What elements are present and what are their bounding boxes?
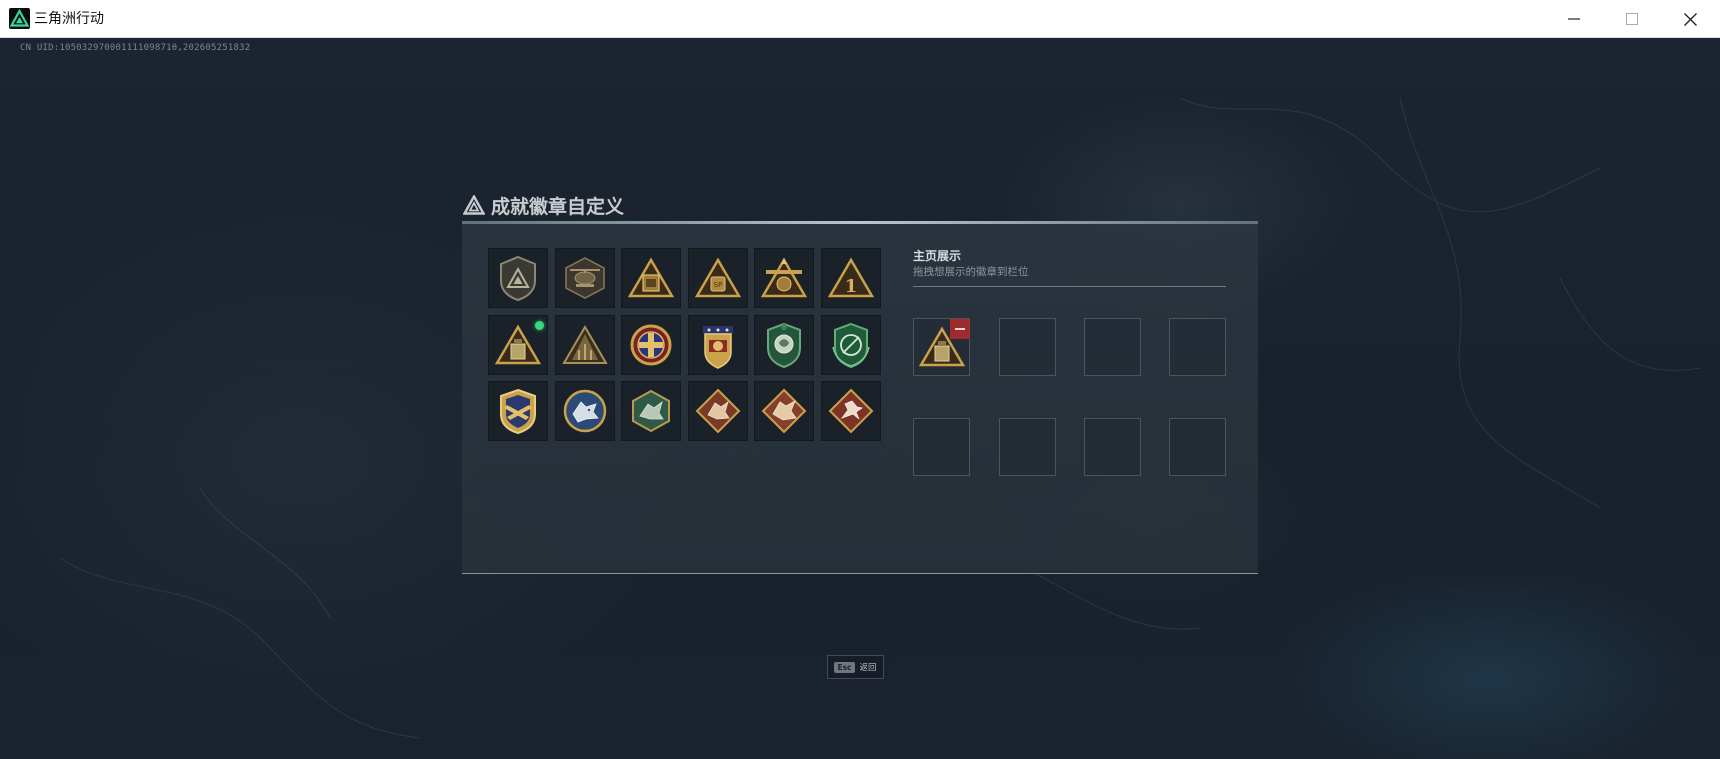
showcase-subtitle: 拖拽想展示的徽章到栏位 [913,266,1029,278]
back-button[interactable]: Esc 返回 [827,655,884,679]
badge-wolf-circle[interactable] [554,381,615,442]
back-label: 返回 [859,663,877,673]
navy-gold-crest-icon [500,389,536,435]
showcase-slot-7[interactable] [1084,418,1141,476]
showcase-slot-3[interactable] [1084,318,1141,376]
golden-triangle-emblem-icon [761,257,808,298]
showcase-title: 主页展示 [913,249,962,263]
page-title: 成就徽章自定义 [491,195,625,218]
close-button[interactable] [1661,0,1719,38]
app-logo-icon [9,8,30,29]
game-viewport: CN UID:10503297000111109871θ,20260525183… [0,38,1720,759]
green-hexagon-beast-icon [632,390,671,433]
badge-triangle-building[interactable] [554,314,615,375]
new-badge-indicator [535,320,544,330]
badge-cross-medal[interactable] [621,314,682,375]
diamond-runner-icon [828,388,874,434]
badge-green-lion-shield[interactable] [754,314,815,375]
diamond-dragon-icon [695,388,741,434]
delta-logo-icon [463,195,485,215]
triangle-vault-icon [495,324,541,364]
green-lion-shield-icon [767,322,802,368]
pyramid-shield-icon [500,255,536,301]
cross-medal-icon [630,324,672,366]
window-title: 三角洲行动 [34,11,104,27]
star-shield-medal-icon [702,325,733,369]
panel-top-divider [462,221,1258,224]
badge-diamond-dragon-2[interactable] [754,381,815,442]
badge-pyramid-shield[interactable] [488,248,548,308]
maximize-button[interactable] [1603,0,1661,38]
badge-diamond-dragon[interactable] [687,381,748,442]
badge-grid: SP 1 [488,248,881,442]
helicopter-icon [564,257,605,299]
badge-triangle-vault[interactable] [488,314,548,375]
badge-navy-gold-crest[interactable] [488,381,548,442]
green-wreath-shield-icon [832,322,870,368]
badge-customize-panel: SP 1 主页展示 拖拽想展示的徽章到栏位 [462,221,1258,574]
maximize-icon [1626,13,1638,25]
showcase-slot-2[interactable] [999,318,1056,376]
triangle-building-icon [561,324,608,364]
golden-triangle-crest-icon: SP [694,257,741,298]
remove-badge-button[interactable] [950,319,970,339]
showcase-slot-5[interactable] [913,418,970,476]
showcase-slot-1[interactable] [913,318,970,376]
window-titlebar: 三角洲行动 [0,0,1720,38]
triangle-number-one-icon: 1 [827,257,874,298]
esc-key-hint: Esc [834,661,855,673]
panel-header: 成就徽章自定义 [463,191,624,219]
close-icon [1683,12,1697,26]
showcase-slot-8[interactable] [1169,418,1226,476]
showcase-header: 主页展示 拖拽想展示的徽章到栏位 [913,249,1226,287]
golden-triangle-vault-icon [628,257,675,298]
diamond-dragon-icon [761,388,807,434]
minimize-icon [1568,18,1580,20]
minus-icon [955,328,965,330]
badge-golden-triangle-emblem[interactable] [754,248,815,308]
svg-text:SP: SP [713,281,722,289]
badge-star-shield-medal[interactable] [687,314,748,375]
badge-green-wreath-shield[interactable] [820,314,881,375]
showcase-slot-6[interactable] [999,418,1056,476]
user-uid-label: CN UID:10503297000111109871θ,20260525183… [20,43,251,53]
wolf-circle-icon [563,389,606,433]
minimize-button[interactable] [1545,0,1603,38]
showcase-slot-4[interactable] [1169,318,1226,376]
badge-helicopter[interactable] [554,248,615,308]
badge-triangle-number-one[interactable]: 1 [820,248,881,308]
badge-green-hexagon-beast[interactable] [621,381,682,442]
badge-diamond-runner[interactable] [820,381,881,442]
badge-golden-triangle-crest[interactable]: SP [687,248,748,308]
badge-golden-triangle-vault[interactable] [621,248,682,308]
svg-text:1: 1 [845,276,858,297]
